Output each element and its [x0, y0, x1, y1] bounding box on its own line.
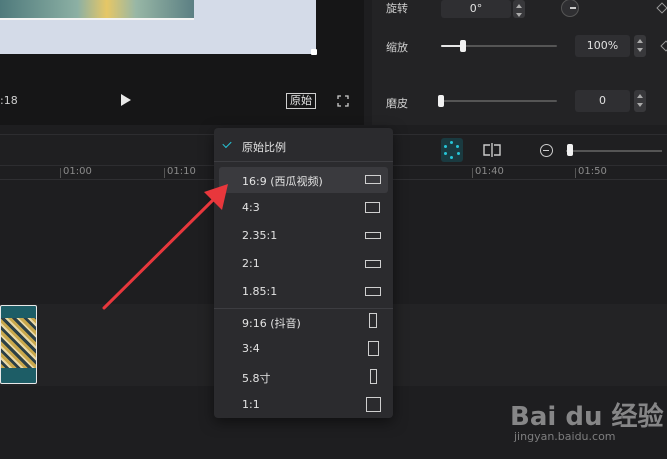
split-icon[interactable]: [482, 143, 502, 157]
ruler-tick: [472, 168, 473, 178]
clip-thumbnail: [1, 318, 36, 368]
scale-input[interactable]: 100%: [575, 35, 630, 57]
resize-handle[interactable]: [311, 49, 317, 55]
smooth-input[interactable]: 0: [575, 90, 630, 112]
ratio-option-2-1[interactable]: 2:1: [214, 251, 393, 277]
ratio-option-3-4[interactable]: 3:4: [214, 336, 393, 362]
ratio-option-9-16[interactable]: 9:16 (抖音): [214, 309, 393, 335]
ruler-tick-label: 01:10: [167, 166, 196, 177]
scale-slider-thumb[interactable]: [460, 40, 466, 52]
ruler-tick-label: 01:40: [475, 166, 504, 177]
smooth-label: 磨皮: [386, 97, 408, 110]
ratio-2-35-1-icon: [365, 232, 381, 239]
video-frame-image: [0, 0, 194, 20]
ratio-option-5-8[interactable]: 5.8寸: [214, 364, 393, 390]
rotate-label: 旋转: [386, 2, 408, 15]
ratio-option-4-3[interactable]: 4:3: [214, 195, 393, 221]
aspect-ratio-dropdown: 原始比例 16:9 (西瓜视频) 4:3 2.35:1 2:1 1.85:1 9…: [214, 128, 393, 418]
ratio-option-1-85-1[interactable]: 1.85:1: [214, 279, 393, 305]
zoom-out-icon[interactable]: [540, 144, 553, 157]
video-clip[interactable]: [0, 305, 37, 384]
video-preview-panel: :18 原始: [0, 0, 364, 125]
rotate-stepper[interactable]: [513, 0, 525, 18]
menu-divider: [214, 161, 393, 162]
ratio-4-3-icon: [365, 202, 380, 213]
aspect-ratio-button[interactable]: 原始: [286, 93, 316, 109]
ruler-tick-label: 01:00: [63, 166, 92, 177]
snap-icon[interactable]: [441, 138, 463, 162]
ratio-1-1-icon: [366, 397, 381, 412]
ratio-5-8-icon: [370, 369, 377, 384]
fullscreen-icon[interactable]: [337, 95, 349, 107]
ruler-tick: [60, 168, 61, 178]
time-code: :18: [0, 94, 18, 107]
scale-label: 缩放: [386, 41, 408, 54]
ratio-1-85-1-icon: [365, 287, 381, 296]
smooth-slider-thumb[interactable]: [438, 95, 444, 107]
baidu-watermark: Bai du 经验 jingyan.baidu.com: [510, 388, 664, 448]
ratio-option-1-1[interactable]: 1:1: [214, 392, 393, 418]
scale-stepper[interactable]: [634, 35, 646, 57]
zoom-slider-track[interactable]: [566, 150, 662, 152]
watermark-url: jingyan.baidu.com: [514, 430, 616, 443]
ratio-option-original[interactable]: 原始比例: [214, 133, 393, 159]
rotate-input[interactable]: 0°: [441, 0, 511, 18]
video-canvas[interactable]: [0, 0, 316, 54]
ruler-tick: [575, 168, 576, 178]
ratio-option-2-35-1[interactable]: 2.35:1: [214, 223, 393, 249]
ruler-tick: [164, 168, 165, 178]
smooth-stepper[interactable]: [634, 90, 646, 112]
zoom-slider-thumb[interactable]: [567, 144, 573, 156]
smooth-slider-track[interactable]: [441, 100, 557, 102]
check-icon: [222, 138, 232, 149]
ratio-2-1-icon: [365, 260, 381, 268]
ratio-3-4-icon: [368, 341, 379, 356]
ruler-tick-label: 01:50: [578, 166, 607, 177]
ratio-9-16-icon: [369, 313, 377, 328]
play-icon[interactable]: [121, 94, 131, 106]
ratio-16-9-icon: [365, 175, 381, 184]
watermark-logo: Bai du 经验: [510, 402, 664, 432]
ratio-option-16-9[interactable]: 16:9 (西瓜视频): [219, 167, 388, 193]
